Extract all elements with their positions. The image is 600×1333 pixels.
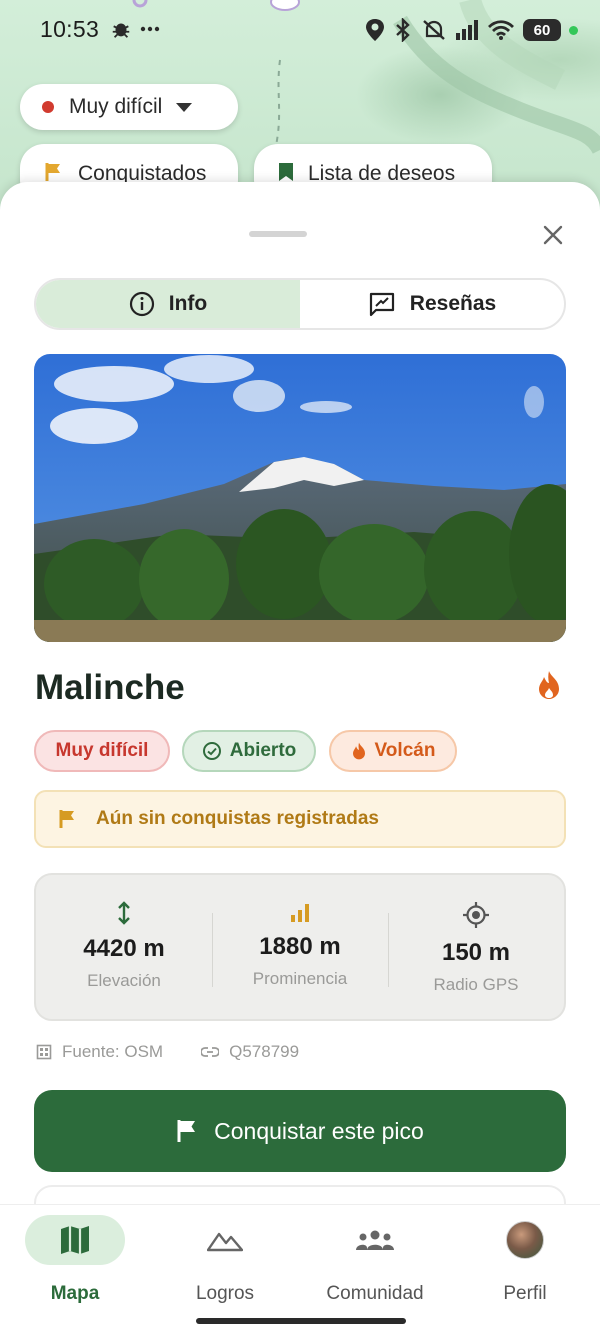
stat-elevation-label: Elevación — [87, 971, 161, 990]
battery-indicator: 60 — [523, 19, 561, 41]
nav-map-label: Mapa — [50, 1283, 100, 1304]
home-indicator[interactable] — [196, 1318, 406, 1324]
wifi-icon — [488, 20, 514, 40]
nav-item-community[interactable]: Comunidad — [300, 1215, 450, 1305]
close-icon[interactable] — [538, 220, 568, 250]
elevation-arrows-icon — [118, 901, 130, 925]
peak-name: Malinche — [35, 668, 185, 707]
detail-tabs: Info Reseñas — [34, 278, 566, 330]
stat-gps-value: 150 m — [441, 939, 511, 966]
bluetooth-icon — [396, 18, 410, 42]
check-circle-icon — [202, 742, 221, 760]
type-tag-label: Volcán — [374, 740, 436, 761]
difficulty-tag: Muy difícil — [34, 730, 170, 772]
fire-icon — [539, 671, 559, 699]
no-conquests-text: Aún sin conquistas registradas — [96, 808, 379, 829]
bottom-navigation: Mapa Logros Comunidad Perfil — [0, 1204, 600, 1333]
location-icon — [366, 19, 384, 41]
map-icon — [61, 1226, 89, 1254]
fire-icon — [352, 742, 365, 760]
bug-icon — [112, 23, 130, 38]
difficulty-filter-label: Muy difícil — [69, 95, 163, 118]
difficulty-color-dot — [42, 101, 54, 113]
stat-gps-radius: 150 m Radio GPS — [388, 875, 564, 1019]
stat-prominence: 1880 m Prominencia — [212, 875, 388, 1019]
difficulty-tag-label: Muy difícil — [55, 740, 149, 761]
nav-profile-label: Perfil — [503, 1283, 547, 1304]
bookmark-icon — [279, 163, 293, 181]
nav-achievements-label: Logros — [195, 1283, 255, 1304]
mountain-icon — [207, 1232, 243, 1252]
review-icon — [369, 292, 394, 317]
nav-item-profile[interactable]: Perfil — [450, 1215, 600, 1305]
chevron-down-icon — [176, 102, 193, 112]
info-icon — [129, 291, 154, 317]
stat-elevation-value: 4420 m — [83, 935, 165, 962]
wikidata-link[interactable]: Q578799 — [229, 1042, 299, 1062]
data-source-text: Fuente: OSM — [62, 1042, 164, 1061]
link-icon — [201, 1047, 220, 1057]
tab-reviews-label: Reseñas — [409, 292, 497, 315]
peak-photo[interactable] — [34, 354, 566, 642]
status-tag-label: Abierto — [229, 740, 297, 761]
building-icon — [36, 1044, 52, 1060]
tab-info-label: Info — [168, 292, 208, 315]
stat-prominence-value: 1880 m — [259, 933, 341, 960]
privacy-indicator-dot — [569, 25, 578, 35]
status-tag: Abierto — [182, 730, 316, 772]
data-source-row: Fuente: OSM Q578799 — [36, 1042, 299, 1062]
stat-prominence-label: Prominencia — [252, 969, 348, 988]
group-icon — [356, 1230, 394, 1250]
difficulty-filter-dropdown[interactable]: Muy difícil — [20, 84, 238, 130]
peak-photo-image — [34, 354, 566, 642]
peak-stats-card: 4420 m Elevación 1880 m Prominencia 150 … — [34, 873, 566, 1021]
peak-detail-sheet: Info Reseñas Malinche Muy difícil Abiert… — [0, 182, 600, 1212]
avatar — [506, 1221, 544, 1259]
gps-target-icon — [463, 902, 489, 928]
bar-chart-icon — [291, 904, 309, 922]
conquer-peak-button[interactable]: Conquistar este pico — [34, 1090, 566, 1172]
tab-info[interactable]: Info — [36, 280, 300, 328]
flag-icon — [177, 1120, 196, 1142]
mute-icon — [423, 20, 445, 40]
nav-item-achievements[interactable]: Logros — [150, 1215, 300, 1305]
nav-community-label: Comunidad — [326, 1283, 424, 1304]
stat-gps-label: Radio GPS — [433, 975, 519, 994]
no-conquests-banner: Aún sin conquistas registradas — [34, 790, 566, 848]
status-time: 10:53 — [40, 16, 100, 42]
type-tag: Volcán — [329, 730, 457, 772]
tab-reviews[interactable]: Reseñas — [300, 280, 564, 328]
conquer-peak-label: Conquistar este pico — [214, 1117, 424, 1144]
flag-icon — [45, 163, 60, 181]
more-notifications-icon — [140, 26, 160, 32]
signal-icon — [456, 20, 478, 40]
flag-icon — [59, 810, 74, 828]
nav-item-map[interactable]: Mapa — [0, 1215, 150, 1305]
sheet-drag-handle[interactable] — [249, 231, 307, 237]
stat-elevation: 4420 m Elevación — [36, 875, 212, 1019]
status-bar: 10:53 60 — [0, 0, 600, 62]
